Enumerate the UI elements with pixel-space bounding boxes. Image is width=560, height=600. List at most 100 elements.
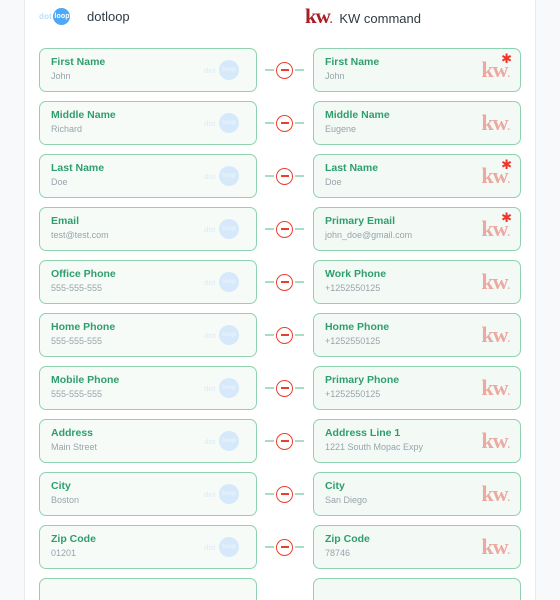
source-field-card[interactable]: First Name John dot loop [39, 48, 257, 92]
mapping-connector[interactable] [257, 525, 313, 569]
minus-circle-icon[interactable] [276, 538, 294, 556]
dotloop-logo-dot-text: dot [39, 12, 53, 21]
source-field-card[interactable]: Office Phone 555-555-555 dot loop [39, 260, 257, 304]
target-field-card[interactable]: Home Phone +1252550125 kw. ✱ [312, 313, 521, 357]
dotloop-watermark-loop-text: loop [222, 172, 236, 179]
mapping-connector[interactable] [257, 260, 313, 304]
source-field-card[interactable]: Middle Name Richard dot loop [39, 101, 257, 145]
panel-header: dot loop dotloop kw. KW command [25, 0, 535, 46]
dotloop-watermark-dot-text: dot [203, 490, 216, 499]
mapping-connector[interactable] [257, 207, 313, 251]
dotloop-watermark-loop-text: loop [222, 119, 236, 126]
field-mapping-page: dot loop dotloop kw. KW command First Na… [0, 0, 560, 600]
mapping-connector[interactable] [257, 313, 313, 357]
dotloop-watermark-dot-text: dot [203, 384, 216, 393]
target-field-card[interactable]: Work Phone +1252550125 kw. ✱ [312, 260, 521, 304]
dotloop-watermark-icon: dot loop [204, 537, 244, 557]
mapping-connector[interactable] [257, 366, 313, 410]
connector-line-left [265, 493, 275, 495]
connector-line-right [295, 387, 305, 389]
mapping-row-10: dot loop kw. ✱ [25, 578, 535, 600]
dotloop-watermark-dot-text: dot [203, 119, 216, 128]
dotloop-watermark-loop-text: loop [222, 384, 236, 391]
target-field-card[interactable]: Last Name Doe kw. ✱ [312, 154, 521, 198]
dotloop-watermark-icon: dot loop [204, 113, 244, 133]
dotloop-watermark-icon: dot loop [204, 431, 244, 451]
connector-line-left [265, 122, 275, 124]
kw-watermark-icon: kw. [481, 269, 509, 294]
connector-line-left [265, 387, 275, 389]
target-field-card[interactable]: Middle Name Eugene kw. ✱ [312, 101, 521, 145]
dotloop-watermark-icon: dot loop [204, 378, 244, 398]
mapping-panel: dot loop dotloop kw. KW command First Na… [24, 0, 536, 600]
kw-logo-text: kw [305, 4, 331, 28]
dotloop-watermark-icon: dot loop [204, 219, 244, 239]
kw-watermark-icon: kw. [481, 110, 509, 135]
minus-circle-icon[interactable] [276, 220, 294, 238]
connector-line-right [295, 228, 305, 230]
dotloop-watermark-loop-text: loop [222, 331, 236, 338]
dotloop-watermark-loop-text: loop [222, 278, 236, 285]
target-field-card[interactable]: City San Diego kw. ✱ [312, 472, 521, 516]
mapping-row-1: Middle Name Richard dot loop Middle Name… [25, 101, 535, 154]
mapping-row-5: Home Phone 555-555-555 dot loop Home Pho… [25, 313, 535, 366]
dotloop-logo-icon: dot loop [39, 8, 79, 25]
target-field-card[interactable]: First Name John kw. ✱ [312, 48, 521, 92]
target-field-card[interactable]: Address Line 1 1221 South Mopac Expy kw.… [312, 419, 521, 463]
minus-circle-icon[interactable] [276, 114, 294, 132]
dotloop-watermark-dot-text: dot [203, 331, 216, 340]
dotloop-watermark-loop-text: loop [222, 66, 236, 73]
target-field-card[interactable]: Primary Email john_doe@gmail.com kw. ✱ [312, 207, 521, 251]
minus-circle-icon[interactable] [276, 326, 294, 344]
connector-line-left [265, 281, 275, 283]
minus-circle-icon[interactable] [276, 485, 294, 503]
dotloop-watermark-loop-text: loop [222, 543, 236, 550]
target-field-card[interactable]: kw. ✱ [312, 578, 521, 600]
mapping-row-2: Last Name Doe dot loop Last Name Doe kw.… [25, 154, 535, 207]
minus-circle-icon[interactable] [276, 432, 294, 450]
dotloop-watermark-dot-text: dot [203, 172, 216, 181]
mapping-row-6: Mobile Phone 555-555-555 dot loop Primar… [25, 366, 535, 419]
mapping-row-7: Address Main Street dot loop Address Lin… [25, 419, 535, 472]
minus-circle-icon[interactable] [276, 273, 294, 291]
minus-circle-icon[interactable] [276, 167, 294, 185]
dotloop-watermark-icon: dot loop [204, 484, 244, 504]
dotloop-watermark-dot-text: dot [203, 437, 216, 446]
mapping-row-4: Office Phone 555-555-555 dot loop Work P… [25, 260, 535, 313]
source-field-card[interactable]: Address Main Street dot loop [39, 419, 257, 463]
dotloop-watermark-loop-text: loop [222, 225, 236, 232]
mapping-connector[interactable] [257, 472, 313, 516]
required-field-star: ✱ [501, 158, 512, 173]
connector-line-right [295, 334, 305, 336]
minus-circle-icon[interactable] [276, 61, 294, 79]
connector-line-left [265, 69, 275, 71]
dotloop-watermark-icon: dot loop [204, 166, 244, 186]
dotloop-watermark-icon: dot loop [204, 325, 244, 345]
connector-line-left [265, 334, 275, 336]
mapping-row-9: Zip Code 01201 dot loop Zip Code 78746 k… [25, 525, 535, 578]
mapping-connector[interactable] [257, 48, 313, 92]
mapping-row-0: First Name John dot loop First Name John… [25, 48, 535, 101]
source-field-card[interactable]: Email test@test.com dot loop [39, 207, 257, 251]
source-field-card[interactable]: Zip Code 01201 dot loop [39, 525, 257, 569]
connector-line-right [295, 440, 305, 442]
source-field-card[interactable]: Mobile Phone 555-555-555 dot loop [39, 366, 257, 410]
connector-line-right [295, 493, 305, 495]
target-field-card[interactable]: Zip Code 78746 kw. ✱ [312, 525, 521, 569]
source-field-card[interactable]: dot loop [39, 578, 257, 600]
mapping-connector[interactable] [257, 154, 313, 198]
mapping-row-8: City Boston dot loop City San Diego kw. … [25, 472, 535, 525]
target-system-brand: kw. KW command [305, 6, 421, 29]
dotloop-watermark-dot-text: dot [203, 543, 216, 552]
mapping-connector[interactable] [257, 419, 313, 463]
minus-circle-icon[interactable] [276, 379, 294, 397]
target-field-card[interactable]: Primary Phone +1252550125 kw. ✱ [312, 366, 521, 410]
source-field-card[interactable]: Home Phone 555-555-555 dot loop [39, 313, 257, 357]
dotloop-logo-loop-text: loop [54, 12, 70, 20]
dotloop-watermark-dot-text: dot [203, 66, 216, 75]
kw-watermark-icon: kw. [481, 428, 509, 453]
source-field-card[interactable]: City Boston dot loop [39, 472, 257, 516]
source-field-card[interactable]: Last Name Doe dot loop [39, 154, 257, 198]
dotloop-watermark-dot-text: dot [203, 278, 216, 287]
mapping-connector[interactable] [257, 101, 313, 145]
